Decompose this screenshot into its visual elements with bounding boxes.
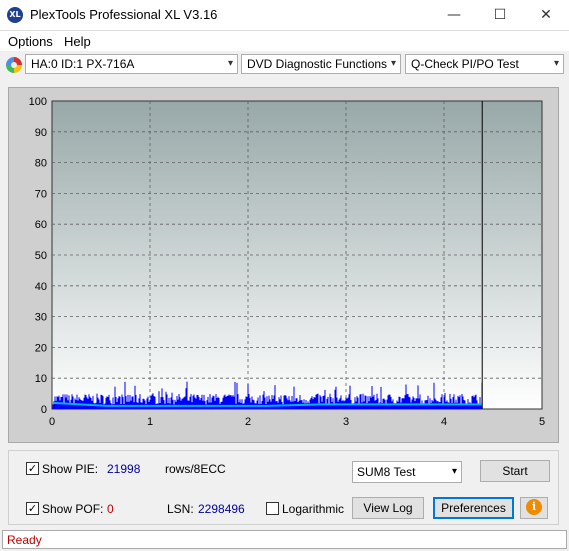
- disc-icon: [6, 57, 22, 73]
- logarithmic-label: Logarithmic: [282, 502, 345, 516]
- minimize-button[interactable]: —: [431, 0, 477, 30]
- close-button[interactable]: ✕: [523, 0, 569, 30]
- function-select[interactable]: DVD Diagnostic Functions ▾: [241, 54, 401, 74]
- sum-test-value: SUM8 Test: [357, 465, 416, 479]
- drive-select-value: HA:0 ID:1 PX-716A: [31, 57, 135, 71]
- preferences-button[interactable]: Preferences: [433, 497, 514, 519]
- pof-value: 0: [107, 502, 114, 516]
- y-tick-label: 80: [35, 158, 47, 170]
- status-bar: Ready: [2, 530, 567, 549]
- info-icon: i: [526, 499, 542, 515]
- show-pie-checkbox[interactable]: ✓: [26, 462, 39, 475]
- x-tick-label: 5: [539, 416, 545, 428]
- drive-select[interactable]: HA:0 ID:1 PX-716A ▾: [25, 54, 238, 74]
- y-tick-label: 100: [29, 96, 47, 108]
- chart-panel: 0 10 20 30 40 50 60 70 80 90 100 0 1 2 3 4 5: [8, 87, 559, 443]
- x-tick-label: 0: [49, 416, 55, 428]
- chevron-down-icon: ▾: [390, 58, 396, 69]
- x-tick-label: 2: [245, 416, 251, 428]
- show-pof-label: Show POF:: [42, 502, 104, 516]
- sum-test-select[interactable]: SUM8 Test ▾: [352, 461, 462, 483]
- y-axis-labels: 0 10 20 30 40 50 60 70 80 90 100: [29, 96, 47, 416]
- lsn-label: LSN:: [167, 502, 194, 516]
- y-tick-label: 70: [35, 188, 47, 200]
- window-title: PlexTools Professional XL V3.16: [30, 7, 218, 22]
- view-log-button[interactable]: View Log: [352, 497, 424, 519]
- y-tick-label: 40: [35, 281, 47, 293]
- y-tick-label: 0: [41, 404, 47, 416]
- show-pie-label: Show PIE:: [42, 462, 99, 476]
- pie-unit: rows/8ECC: [165, 462, 226, 476]
- menu-options[interactable]: Options: [8, 34, 53, 49]
- y-tick-label: 90: [35, 127, 47, 139]
- function-select-value: DVD Diagnostic Functions: [247, 57, 388, 71]
- test-select-value: Q-Check PI/PO Test: [411, 57, 519, 71]
- x-tick-label: 1: [147, 416, 153, 428]
- y-tick-label: 30: [35, 312, 47, 324]
- y-tick-label: 20: [35, 342, 47, 354]
- x-axis-labels: 0 1 2 3 4 5: [49, 416, 545, 428]
- y-tick-label: 60: [35, 219, 47, 231]
- lsn-value: 2298496: [198, 502, 245, 516]
- show-pof-checkbox[interactable]: ✓: [26, 502, 39, 515]
- y-tick-label: 10: [35, 373, 47, 385]
- menu-bar: Options Help: [0, 31, 569, 51]
- pie-chart-plot: 0 10 20 30 40 50 60 70 80 90 100 0 1 2 3 4 5: [29, 96, 545, 428]
- y-tick-label: 50: [35, 250, 47, 262]
- app-icon: XL: [7, 7, 23, 23]
- title-bar: XL PlexTools Professional XL V3.16 — ☐ ✕: [0, 0, 569, 31]
- x-tick-label: 4: [441, 416, 447, 428]
- test-select[interactable]: Q-Check PI/PO Test ▾: [405, 54, 564, 74]
- chevron-down-icon: ▾: [227, 58, 233, 69]
- menu-help[interactable]: Help: [64, 34, 91, 49]
- logarithmic-checkbox[interactable]: [266, 502, 279, 515]
- chevron-down-icon: ▾: [451, 466, 457, 477]
- x-tick-label: 3: [343, 416, 349, 428]
- status-text: Ready: [7, 533, 42, 547]
- maximize-button[interactable]: ☐: [477, 0, 523, 30]
- start-button[interactable]: Start: [480, 460, 550, 482]
- pie-value: 21998: [107, 462, 141, 476]
- chevron-down-icon: ▾: [553, 58, 559, 69]
